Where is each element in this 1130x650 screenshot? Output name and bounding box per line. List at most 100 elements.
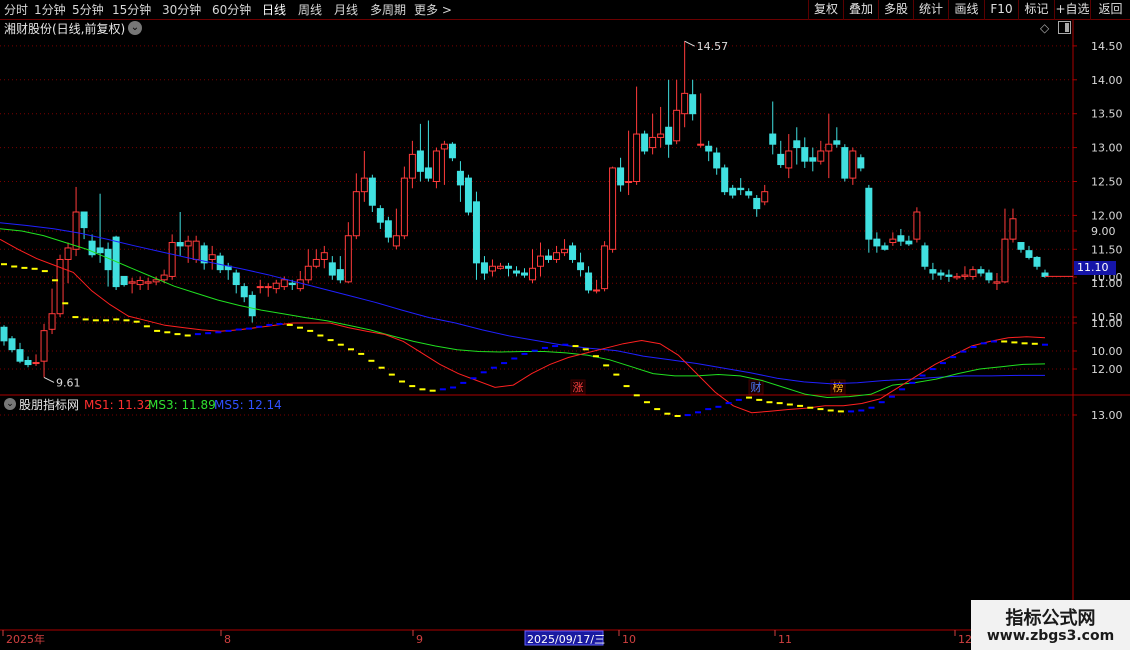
- indicator-bar: [817, 408, 824, 411]
- candle-body: [320, 252, 328, 260]
- indicator-bar: [725, 402, 732, 405]
- candle-body: [601, 245, 609, 290]
- indicator-bar: [62, 302, 69, 305]
- indicator-bar: [980, 342, 987, 345]
- candle-body: [569, 245, 577, 260]
- indicator-bar: [858, 409, 865, 412]
- indicator-bar: [348, 348, 354, 351]
- indicator-bar: [31, 267, 38, 270]
- high-pointer: [684, 40, 695, 47]
- candle-body: [384, 220, 392, 238]
- indicator-bar: [541, 346, 548, 349]
- indicator-bar: [256, 325, 263, 328]
- date-label-4: 10: [622, 633, 636, 646]
- indicator-bar: [1001, 340, 1008, 343]
- indicator-bar: [1021, 342, 1028, 345]
- candle-body: [376, 208, 384, 223]
- candle-body: [737, 187, 745, 191]
- candle-body: [184, 240, 192, 247]
- indicator-bar: [807, 406, 814, 409]
- indicator-bar: [399, 380, 406, 383]
- indicator-bar: [82, 318, 89, 321]
- event-badge-0: 涨: [573, 381, 584, 394]
- candle-body: [785, 150, 793, 169]
- candle-body: [432, 150, 440, 183]
- indicator-bar: [654, 408, 661, 411]
- candle-body: [537, 255, 545, 267]
- candle-body: [40, 330, 48, 362]
- indicator-bar: [41, 270, 48, 273]
- ms3-value: MS3: 11.89: [148, 398, 216, 412]
- indicator-bar: [878, 401, 885, 404]
- candle-body: [344, 235, 352, 283]
- candle-body: [745, 191, 753, 196]
- indicator-bar: [21, 266, 28, 269]
- indicator-bar: [552, 345, 559, 348]
- candle-body: [336, 269, 344, 281]
- indicator-dropdown-icon[interactable]: ⌄: [4, 398, 16, 410]
- indicator-bar: [419, 388, 426, 391]
- date-label-5: 11: [778, 633, 792, 646]
- indicator-bar: [235, 328, 242, 331]
- candle-body: [897, 235, 905, 242]
- candle-body: [945, 274, 953, 277]
- watermark-title: 指标公式网: [1005, 608, 1096, 629]
- candle-body: [593, 289, 601, 292]
- indicator-bar: [409, 385, 416, 388]
- indicator-bar: [245, 327, 252, 330]
- title-dropdown-icon[interactable]: ⌄: [128, 21, 142, 35]
- indicator-bar: [439, 388, 446, 391]
- diamond-icon[interactable]: ◇: [1040, 21, 1049, 35]
- indicator-bar: [11, 265, 18, 268]
- indicator-bar: [194, 333, 201, 336]
- indicator-bar: [623, 385, 630, 388]
- event-badge-1: 财: [751, 380, 762, 394]
- ms5-value: MS5: 12.14: [214, 398, 282, 412]
- price-axis-label: 11.50: [1091, 243, 1123, 256]
- indicator-axis-label: 12.00: [1091, 363, 1123, 376]
- indicator-bar: [868, 406, 875, 409]
- candle-body: [705, 145, 713, 152]
- low-pointer: [43, 376, 55, 383]
- candle-body: [961, 274, 969, 277]
- candle-body: [304, 265, 312, 281]
- indicator-bar: [1011, 341, 1018, 344]
- candle-body: [521, 272, 528, 276]
- indicator-bar: [582, 348, 589, 351]
- candle-body: [665, 126, 673, 145]
- candle-body: [240, 286, 248, 298]
- candle-body: [697, 143, 705, 146]
- indicator-bar: [276, 323, 283, 325]
- indicator-name: 股朋指标网: [19, 398, 80, 412]
- candle-body: [192, 240, 200, 260]
- indicator-bar: [225, 329, 232, 332]
- indicator-bar: [899, 388, 906, 391]
- indicator-bar: [797, 404, 804, 407]
- candle-body: [1017, 242, 1025, 250]
- panel-toggle-icon[interactable]: [1058, 21, 1071, 34]
- candle-body: [801, 147, 809, 162]
- date-label-2: 9: [416, 633, 423, 646]
- candle-body: [352, 191, 360, 237]
- indicator-bar: [643, 401, 650, 404]
- candle-body: [232, 272, 240, 286]
- indicator-axis-label: 9.00: [1091, 225, 1116, 238]
- candle-body: [160, 274, 168, 281]
- indicator-bar: [684, 414, 691, 417]
- candle-body: [681, 92, 689, 115]
- candle-body: [793, 140, 801, 149]
- indicator-bar: [164, 331, 171, 334]
- candle-body: [913, 211, 921, 240]
- indicator-bar: [664, 412, 671, 415]
- candle-body: [312, 258, 320, 267]
- candle-body: [208, 254, 216, 260]
- candle-body: [865, 187, 873, 240]
- candle-body: [408, 153, 416, 179]
- indicator-bar: [562, 343, 569, 346]
- indicator-bar: [939, 362, 946, 365]
- indicator-bar: [674, 415, 681, 417]
- candle-body: [400, 177, 408, 237]
- indicator-bar: [205, 332, 212, 335]
- ms3-line: [0, 228, 1046, 399]
- candle-body: [8, 338, 16, 351]
